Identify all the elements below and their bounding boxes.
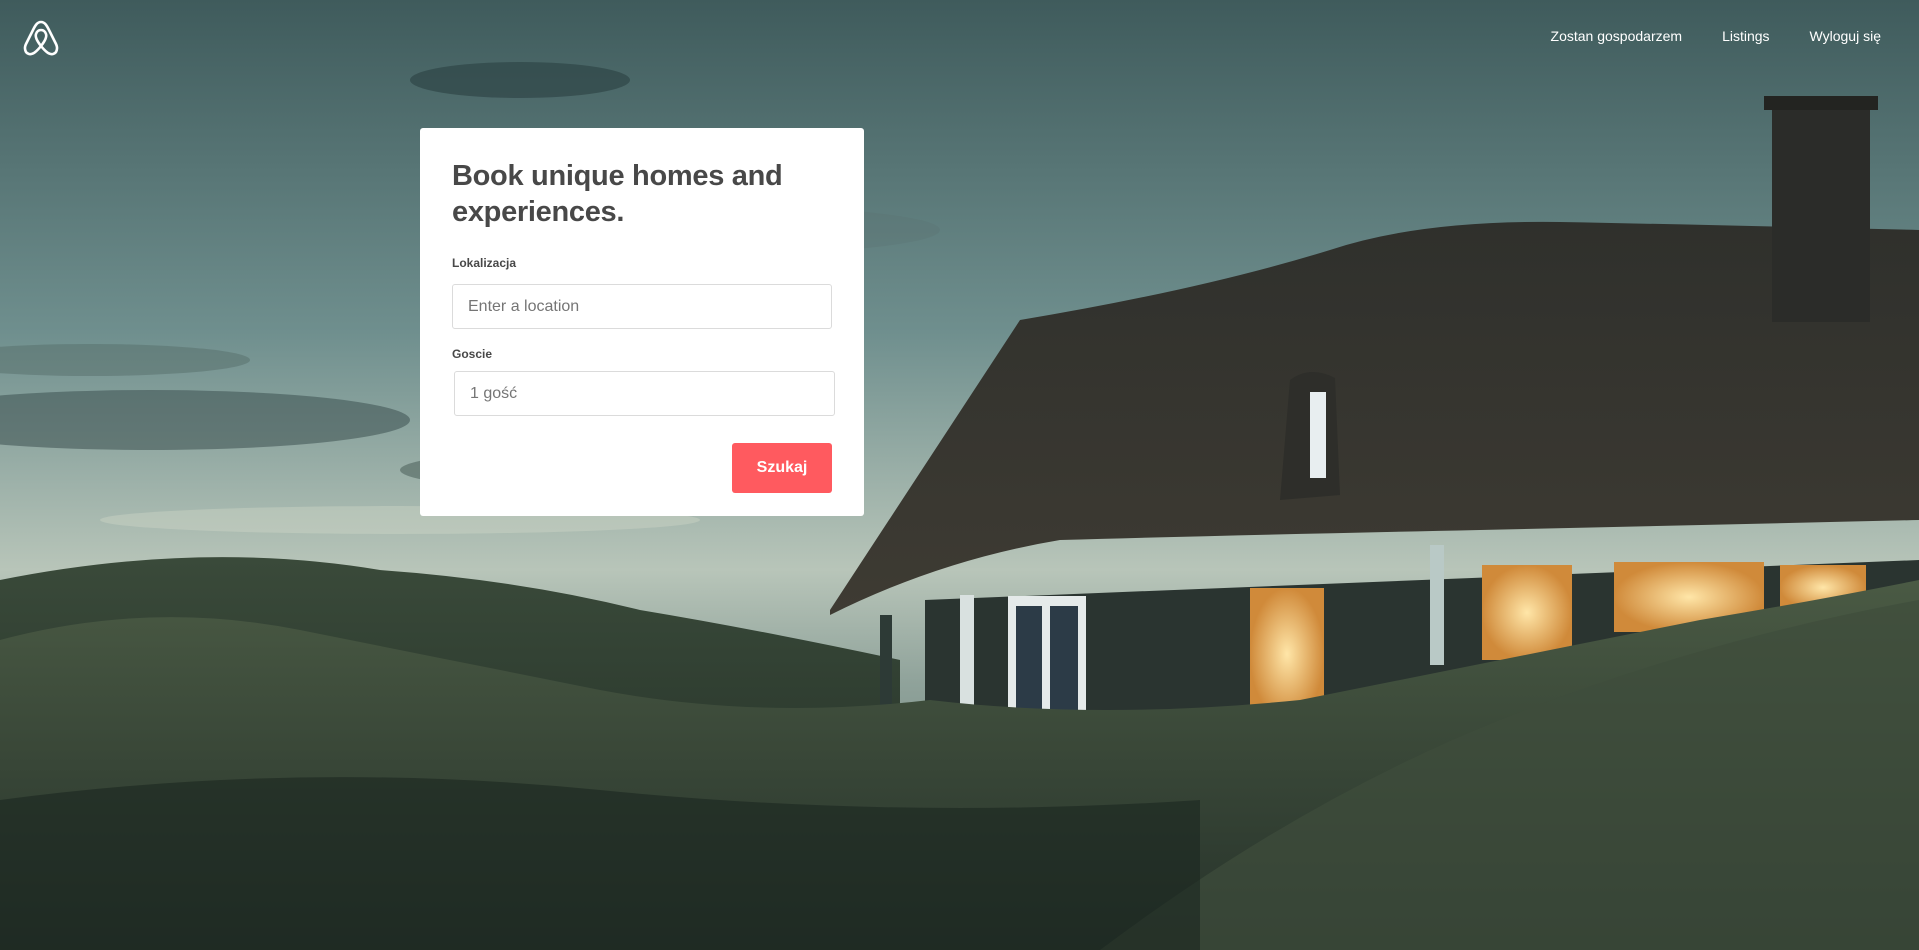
- logout-link[interactable]: Wyloguj się: [1810, 28, 1881, 44]
- listings-link[interactable]: Listings: [1722, 28, 1769, 44]
- search-card-title: Book unique homes and experiences.: [452, 160, 783, 228]
- hero-background: [0, 0, 1919, 950]
- house-landscape-image: [0, 0, 1919, 950]
- guests-label: Goscie: [452, 347, 493, 361]
- airbnb-logo-icon[interactable]: [22, 18, 60, 58]
- location-input[interactable]: [452, 284, 832, 329]
- search-actions: Szukaj: [452, 443, 832, 493]
- search-card: Book unique homes and experiences. Lokal…: [420, 128, 864, 516]
- become-host-link[interactable]: Zostan gospodarzem: [1551, 28, 1683, 44]
- search-button[interactable]: Szukaj: [732, 443, 832, 493]
- top-nav: Zostan gospodarzem Listings Wyloguj się: [1551, 28, 1881, 44]
- location-label: Lokalizacja: [452, 256, 517, 270]
- guests-input[interactable]: [454, 371, 835, 416]
